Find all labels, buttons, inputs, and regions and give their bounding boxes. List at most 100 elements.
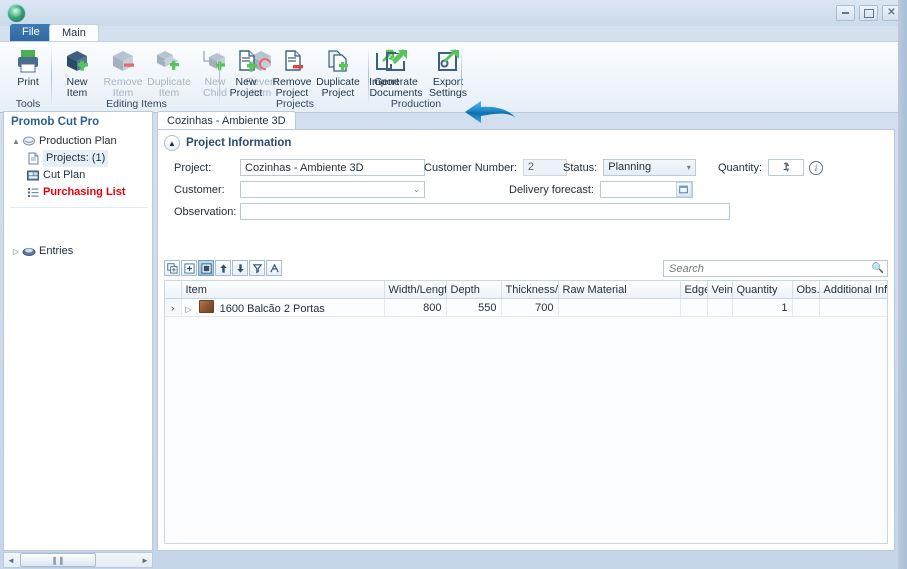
column-header-quantity[interactable]: Quantity xyxy=(732,281,793,299)
ribbon-tab-bar: File Main xyxy=(0,24,907,41)
row-expander-icon[interactable]: ▷ xyxy=(186,305,196,314)
export-settings-icon xyxy=(433,47,463,75)
sidebar-item-projects[interactable]: Projects: (1) xyxy=(4,150,152,167)
print-button[interactable]: Print xyxy=(5,44,51,88)
tab-main[interactable]: Main xyxy=(49,24,99,41)
sidebar-divider xyxy=(10,207,148,208)
new-item-button[interactable]: New Item xyxy=(54,44,100,99)
sidebar-item-entries[interactable]: ▷ Entries xyxy=(4,243,152,260)
box-add-icon xyxy=(62,47,92,75)
window-right-edge xyxy=(898,0,907,569)
column-header-thickness-height[interactable]: Thickness/Hei xyxy=(501,281,559,299)
sidebar-item-cut-plan[interactable]: Cut Plan xyxy=(4,167,152,184)
close-icon: ✕ xyxy=(887,7,896,18)
project-information-header[interactable]: ▲ Project Information xyxy=(164,135,291,151)
document-duplicate-icon xyxy=(323,47,353,75)
delivery-forecast-label: Delivery forecast: xyxy=(509,183,594,196)
box-remove-icon xyxy=(108,47,138,75)
minimize-button[interactable] xyxy=(836,5,855,21)
group-separator xyxy=(219,46,220,106)
chevron-down-icon[interactable]: ▾ xyxy=(684,163,693,172)
export-settings-button[interactable]: Export Settings xyxy=(422,44,474,99)
cell-raw-material[interactable] xyxy=(558,298,681,317)
tab-file[interactable]: File xyxy=(10,24,52,41)
funnel-icon-button[interactable] xyxy=(249,260,265,276)
magnifier-icon[interactable]: 🔍 xyxy=(869,263,887,274)
scroll-thumb[interactable]: ❚❚ xyxy=(20,553,96,567)
main-panel: Cozinhas - Ambiente 3D ▲ Project Informa… xyxy=(157,111,895,551)
cell-item[interactable]: ▷ 1600 Balcão 2 Portas xyxy=(181,298,385,317)
new-project-button[interactable]: New Project xyxy=(223,44,269,99)
customer-input[interactable] xyxy=(240,181,425,198)
cell-item-text: 1600 Balcão 2 Portas xyxy=(219,303,325,315)
expand-button[interactable] xyxy=(181,260,197,276)
app-orb-icon[interactable] xyxy=(7,4,26,23)
cell-edge[interactable] xyxy=(680,298,708,317)
status-label: Status: xyxy=(563,161,598,174)
table-row[interactable]: › ▷ 1600 Balcão 2 Portas 800 550 700 1 xyxy=(165,298,887,317)
merge-button[interactable] xyxy=(266,260,282,276)
observation-input[interactable] xyxy=(240,203,730,220)
column-header-item[interactable]: Item xyxy=(181,281,385,299)
collapse-button[interactable] xyxy=(198,260,214,276)
sidebar-horizontal-scrollbar[interactable]: ◄ ❚❚ ► xyxy=(3,552,153,568)
cell-depth[interactable]: 550 xyxy=(446,298,502,317)
status-select[interactable]: Planning xyxy=(603,159,697,176)
cell-additional-info[interactable] xyxy=(819,298,887,317)
twisty-expanded-icon[interactable]: ▲ xyxy=(10,133,22,150)
group-separator xyxy=(461,46,462,106)
column-header-indicator[interactable] xyxy=(165,281,182,299)
column-header-additional-info[interactable]: Additional Info xyxy=(819,281,887,299)
cell-obs[interactable] xyxy=(792,298,820,317)
project-input[interactable] xyxy=(240,159,425,176)
move-down-button[interactable] xyxy=(232,260,248,276)
quantity-stepper[interactable]: ▲ ▼ xyxy=(783,160,792,175)
cell-thickness-height[interactable]: 700 xyxy=(501,298,559,317)
move-up-button[interactable] xyxy=(215,260,231,276)
maximize-button[interactable] xyxy=(859,5,878,21)
cell-vein[interactable] xyxy=(707,298,733,317)
document-add-icon xyxy=(231,47,261,75)
cell-width-length[interactable]: 800 xyxy=(384,298,447,317)
row-indicator: › xyxy=(165,298,182,317)
print-label: Print xyxy=(17,76,39,88)
table-header-row: Item Width/Length Depth Thickness/Hei Ra… xyxy=(165,281,887,299)
column-header-vein[interactable]: Vein xyxy=(707,281,733,299)
ribbon-group-tools: Print Tools xyxy=(4,42,52,112)
cell-quantity[interactable]: 1 xyxy=(732,298,793,317)
scroll-right-arrow-icon[interactable]: ► xyxy=(138,556,152,565)
customer-dropdown-icon[interactable]: ⌄ xyxy=(412,185,421,194)
sidebar-title: Promob Cut Pro xyxy=(4,112,152,132)
observation-label: Observation: xyxy=(174,205,237,218)
remove-project-button[interactable]: Remove Project xyxy=(269,44,315,99)
customer-number-label: Customer Number: xyxy=(424,161,517,174)
duplicate-project-button[interactable]: Duplicate Project xyxy=(315,44,361,99)
duplicate-item-button[interactable]: Duplicate Item xyxy=(146,44,192,99)
generate-documents-button[interactable]: Generate Documents xyxy=(369,44,423,99)
column-header-depth[interactable]: Depth xyxy=(446,281,502,299)
calendar-icon[interactable] xyxy=(675,182,692,197)
page-icon xyxy=(26,152,40,165)
search-box[interactable]: 🔍 xyxy=(663,260,888,277)
scroll-left-arrow-icon[interactable]: ◄ xyxy=(4,556,18,565)
entries-icon xyxy=(22,245,36,258)
search-input[interactable] xyxy=(664,261,869,276)
twisty-collapsed-icon[interactable]: ▷ xyxy=(10,243,22,260)
remove-item-button[interactable]: Remove Item xyxy=(100,44,146,99)
sidebar-tree: ▲ Production Plan Projects: (1) Cut Plan… xyxy=(4,133,152,260)
column-header-width-length[interactable]: Width/Length xyxy=(384,281,447,299)
sidebar-item-purchasing-list[interactable]: Purchasing List xyxy=(4,184,152,201)
chevron-up-icon[interactable]: ▲ xyxy=(164,135,180,151)
printer-icon xyxy=(13,47,43,75)
document-body: ▲ Project Information Project: Customer … xyxy=(157,129,895,551)
ribbon-group-projects: New Project Remove Project Duplicate Pro… xyxy=(221,42,399,112)
sidebar-item-production-plan[interactable]: ▲ Production Plan xyxy=(4,133,152,150)
info-icon[interactable]: i xyxy=(809,160,824,175)
document-tab[interactable]: Cozinhas - Ambiente 3D xyxy=(157,111,296,129)
column-header-obs[interactable]: Obs. xyxy=(792,281,820,299)
items-grid: Item Width/Length Depth Thickness/Hei Ra… xyxy=(164,280,888,544)
column-header-raw-material[interactable]: Raw Material xyxy=(558,281,681,299)
column-header-edge[interactable]: Edge xyxy=(680,281,708,299)
expand-all-button[interactable] xyxy=(164,260,180,276)
items-table: Item Width/Length Depth Thickness/Hei Ra… xyxy=(165,281,887,317)
